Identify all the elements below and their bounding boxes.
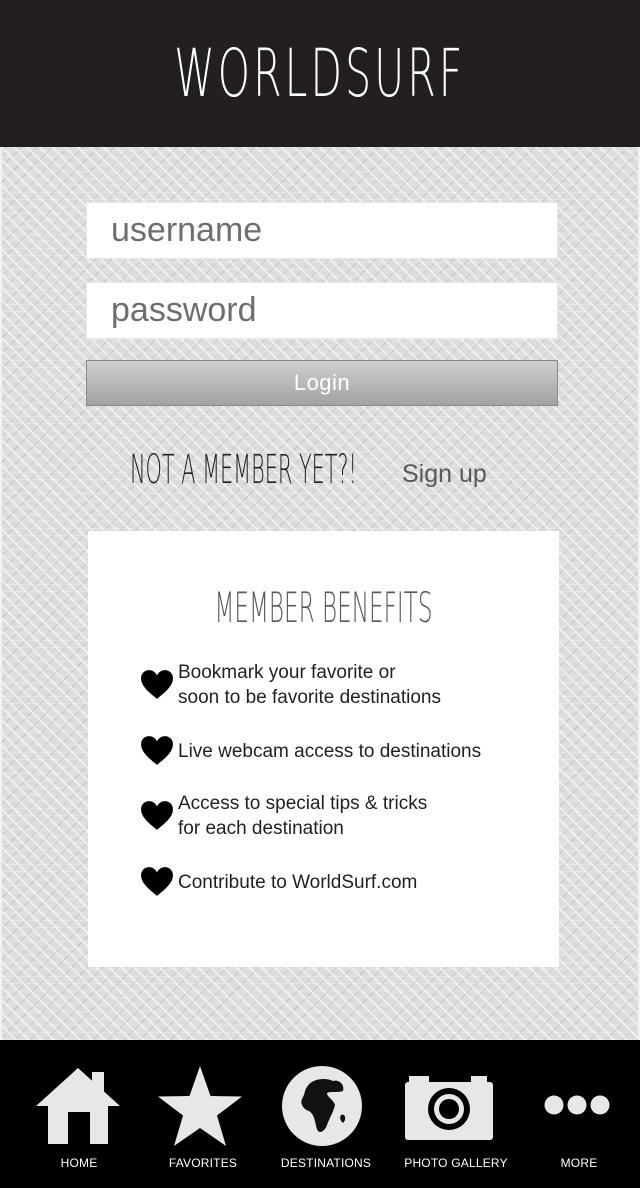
benefit-text: Contribute to WorldSurf.com [178,871,418,893]
camera-icon [405,1076,493,1140]
heart-icon [141,867,173,896]
more-icon [544,1095,610,1115]
sign-up-link[interactable]: Sign up [402,460,487,489]
globe-icon [282,1066,362,1146]
benefit-item: Contribute to WorldSurf.com [140,865,417,899]
heart-icon [141,801,173,830]
benefit-text: Bookmark your favorite or soon to be fav… [178,662,442,708]
bottom-nav: HOME FAVORITES DESTINATIONS PHOTO GALLER… [0,1040,640,1188]
login-screen: username password Login NOT A MEMBER YET… [0,147,640,1040]
star-icon [158,1066,242,1146]
member-benefits-panel: MEMBER BENEFITS Bookmark your favorite o… [88,531,559,967]
benefit-item: Access to special tips & tricks for each… [140,791,427,841]
heart-icon [141,736,173,765]
username-input[interactable]: username [86,202,558,259]
heart-icon [141,670,173,699]
benefits-title: MEMBER BENEFITS [214,583,433,632]
benefit-text: Live webcam access to destinations [178,740,482,762]
benefit-item: Live webcam access to destinations [140,734,481,768]
app-logo: WORLDSURF [174,35,466,112]
password-input[interactable]: password [86,282,558,339]
login-button[interactable]: Login [86,360,558,406]
nav-more[interactable]: MORE [500,1040,640,1188]
app-header: WORLDSURF [0,0,640,147]
nav-more-label: MORE [560,1156,598,1170]
benefit-text: Access to special tips & tricks for each… [178,793,428,839]
not-member-prompt: NOT A MEMBER YET?! [130,447,357,493]
benefit-item: Bookmark your favorite or soon to be fav… [140,660,441,710]
home-icon [36,1068,120,1144]
